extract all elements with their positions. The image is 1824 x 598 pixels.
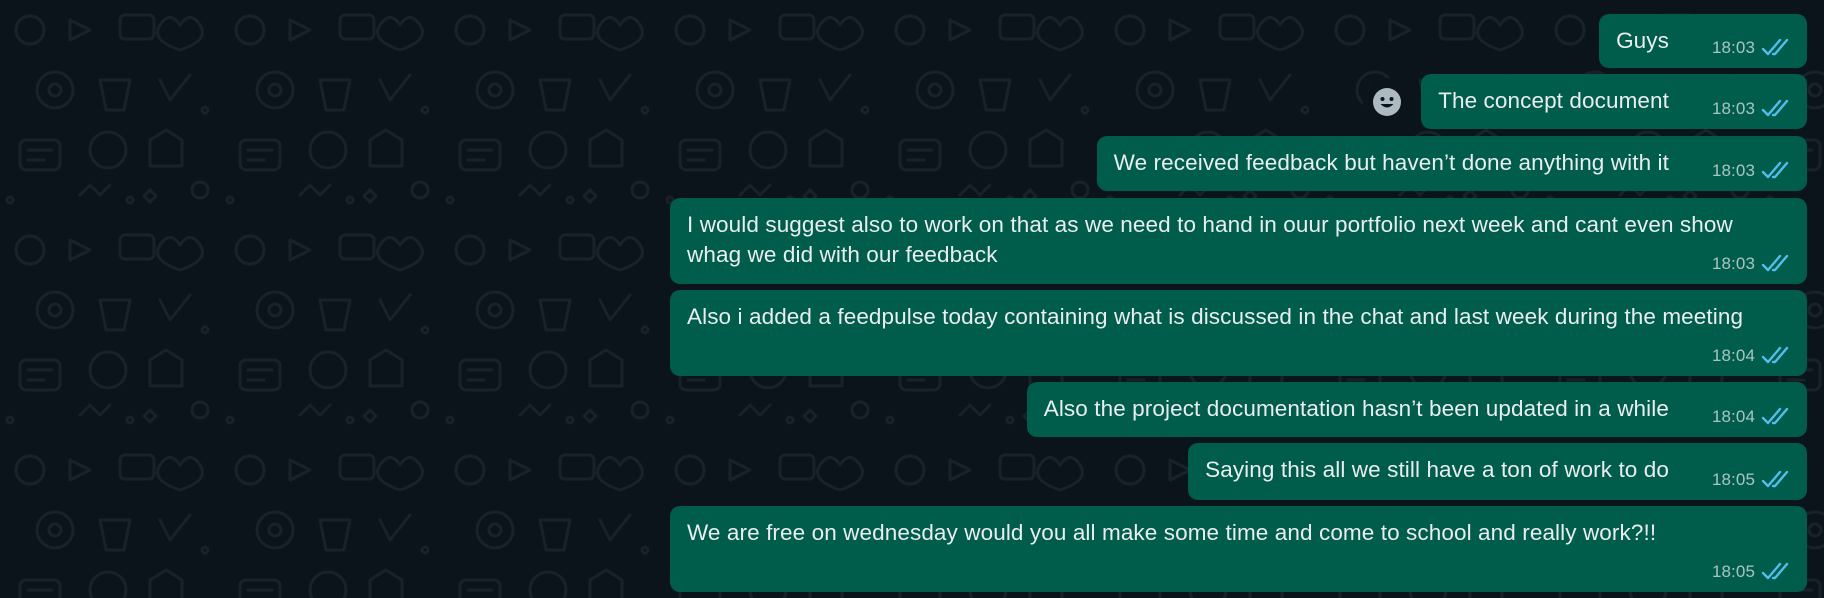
message-row: I would suggest also to work on that as … [670, 198, 1807, 284]
double-check-icon [1761, 161, 1789, 179]
message-text: Guys [1616, 28, 1669, 53]
message-meta: 18:03 [1712, 99, 1793, 119]
message-row: The concept document 18:03 [1363, 74, 1807, 129]
message-row: Guys 18:03 [1599, 14, 1807, 68]
double-check-icon [1761, 470, 1789, 488]
double-check-icon [1761, 38, 1789, 56]
message-row: Also i added a feedpulse today containin… [670, 290, 1807, 376]
message-row: Saying this all we still have a ton of w… [1188, 443, 1807, 500]
message-time: 18:03 [1711, 99, 1755, 118]
message-text: Also i added a feedpulse today containin… [687, 304, 1744, 329]
message-meta: 18:03 [1712, 254, 1793, 274]
outgoing-message-bubble[interactable]: We received feedback but haven’t done an… [1096, 136, 1807, 191]
message-text: Saying this all we still have a ton of w… [1205, 457, 1669, 482]
message-time: 18:04 [1711, 346, 1755, 365]
message-meta: 18:05 [1712, 562, 1793, 582]
outgoing-message-bubble[interactable]: Guys 18:03 [1599, 14, 1807, 68]
message-meta: 18:05 [1712, 470, 1793, 490]
message-time: 18:05 [1711, 562, 1755, 581]
double-check-icon [1761, 562, 1789, 580]
outgoing-message-bubble[interactable]: Also the project documentation hasn’t be… [1026, 382, 1807, 437]
message-text: We received feedback but haven’t done an… [1113, 150, 1669, 175]
double-check-icon [1761, 254, 1789, 272]
message-text: The concept document [1438, 88, 1669, 113]
smiley-icon [1373, 87, 1402, 116]
outgoing-message-bubble[interactable]: The concept document 18:03 [1421, 74, 1807, 129]
message-row: We are free on wednesday would you all m… [670, 506, 1807, 592]
message-text: We are free on wednesday would you all m… [687, 520, 1657, 545]
message-meta: 18:04 [1712, 346, 1793, 366]
message-meta: 18:03 [1712, 38, 1793, 58]
outgoing-message-bubble[interactable]: We are free on wednesday would you all m… [670, 506, 1807, 592]
message-row: We received feedback but haven’t done an… [1096, 136, 1807, 191]
double-check-icon [1761, 99, 1789, 117]
react-button[interactable] [1363, 77, 1412, 126]
message-time: 18:03 [1711, 161, 1755, 180]
double-check-icon [1761, 407, 1789, 425]
outgoing-message-bubble[interactable]: Saying this all we still have a ton of w… [1188, 443, 1807, 500]
chat-pane[interactable]: Guys 18:03 The concept document 18:03 We… [0, 0, 1824, 598]
message-time: 18:03 [1711, 38, 1755, 57]
message-text: Also the project documentation hasn’t be… [1043, 396, 1669, 421]
message-meta: 18:04 [1712, 407, 1793, 427]
message-row: Also the project documentation hasn’t be… [1026, 382, 1807, 437]
message-time: 18:03 [1711, 254, 1755, 273]
message-time: 18:04 [1711, 407, 1755, 426]
message-time: 18:05 [1711, 470, 1755, 489]
double-check-icon [1761, 346, 1789, 364]
message-text: I would suggest also to work on that as … [687, 212, 1740, 267]
message-meta: 18:03 [1712, 161, 1793, 181]
outgoing-message-bubble[interactable]: Also i added a feedpulse today containin… [670, 290, 1807, 376]
outgoing-message-bubble[interactable]: I would suggest also to work on that as … [670, 198, 1807, 284]
